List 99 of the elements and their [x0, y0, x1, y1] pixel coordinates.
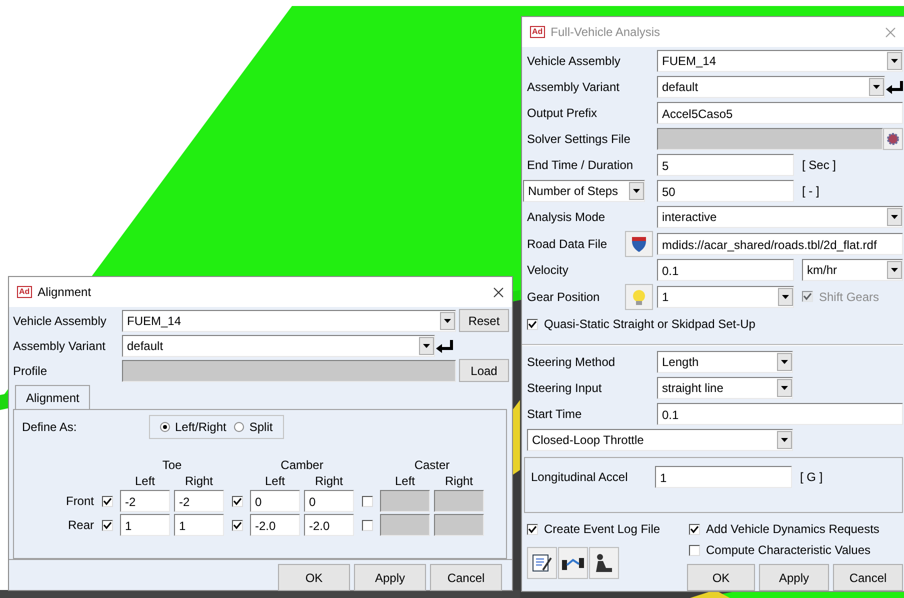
- input-field[interactable]: -2: [174, 490, 224, 512]
- tab[interactable]: Alignment: [15, 385, 90, 409]
- column-heading: Left: [394, 474, 416, 488]
- dropdown[interactable]: straight line: [657, 377, 793, 399]
- column-heading: Left: [264, 474, 286, 488]
- reset-button[interactable]: Reset: [459, 309, 509, 332]
- checkbox-label: Quasi-Static Straight or Skidpad Set-Up: [544, 317, 756, 331]
- window-title: Alignment: [38, 285, 92, 299]
- field-label: Gear Position: [527, 290, 600, 304]
- input-field[interactable]: [657, 128, 883, 150]
- field-label: Profile: [13, 364, 48, 378]
- input-field[interactable]: 1: [655, 466, 792, 488]
- input-field[interactable]: -2.0: [250, 514, 300, 536]
- field-label: Define As:: [22, 420, 78, 434]
- field-label: Analysis Mode: [527, 210, 606, 224]
- column-group-heading: Toe: [161, 458, 183, 472]
- checkbox[interactable]: [527, 318, 538, 330]
- field-label: Assembly Variant: [13, 338, 106, 352]
- dialog-button[interactable]: OK: [278, 564, 350, 591]
- field-label: Solver Settings File: [527, 132, 630, 146]
- input-field[interactable]: -2: [120, 490, 170, 512]
- column-heading: Right: [314, 474, 344, 488]
- checkbox[interactable]: [232, 520, 242, 530]
- field-label: Steering Method: [527, 355, 616, 369]
- unit-label: [ - ]: [802, 184, 820, 198]
- checkbox[interactable]: [102, 496, 112, 506]
- road-sign-icon[interactable]: [625, 230, 653, 256]
- dropdown[interactable]: FUEM_14: [122, 310, 456, 332]
- dropdown[interactable]: km/hr: [802, 259, 903, 281]
- checkbox-label: Add Vehicle Dynamics Requests: [706, 522, 880, 536]
- column-heading: Right: [184, 474, 214, 488]
- field-label: End Time / Duration: [527, 158, 634, 172]
- dropdown[interactable]: 1: [657, 286, 794, 308]
- input-field[interactable]: 0: [304, 490, 354, 512]
- input-field[interactable]: 1: [120, 514, 170, 536]
- dialog-button[interactable]: Cancel: [430, 564, 502, 591]
- radio-button[interactable]: [234, 422, 244, 432]
- dropdown[interactable]: Closed-Loop Throttle: [527, 429, 793, 451]
- enter-arrow-icon[interactable]: [435, 338, 453, 352]
- unit-label: [ G ]: [800, 470, 823, 484]
- checkbox[interactable]: [362, 520, 372, 530]
- dialog-button[interactable]: Apply: [759, 564, 829, 591]
- checkbox[interactable]: [689, 544, 700, 556]
- dropdown[interactable]: default: [122, 334, 435, 356]
- figure-icon[interactable]: [589, 547, 619, 579]
- unit-label: [ Sec ]: [802, 158, 836, 172]
- field-label: Road Data File: [527, 236, 608, 250]
- close-icon[interactable]: [493, 286, 504, 298]
- dropdown[interactable]: interactive: [657, 206, 903, 228]
- input-field[interactable]: 0: [250, 490, 300, 512]
- gear-icon[interactable]: [883, 128, 903, 150]
- checkbox[interactable]: [689, 524, 700, 534]
- field-label: Longitudinal Accel: [531, 470, 628, 484]
- input-field[interactable]: 0.1: [657, 403, 903, 425]
- checkbox-label: Create Event Log File: [544, 522, 660, 536]
- field-label: Output Prefix: [527, 106, 598, 120]
- window-title: Full-Vehicle Analysis: [550, 25, 662, 39]
- input-field[interactable]: 50: [657, 180, 794, 202]
- dialog-button[interactable]: OK: [687, 564, 755, 591]
- dropdown[interactable]: default: [657, 76, 885, 98]
- field-label: Assembly Variant: [527, 80, 620, 94]
- row-label: Front: [64, 494, 94, 508]
- checkbox[interactable]: [102, 520, 112, 530]
- checkbox[interactable]: [527, 524, 538, 534]
- radio-button[interactable]: [160, 422, 170, 432]
- radio-label: Left/Right: [175, 420, 226, 434]
- dropdown[interactable]: FUEM_14: [657, 50, 903, 72]
- load-button[interactable]: Load: [459, 359, 509, 382]
- column-group-heading: Caster: [413, 458, 451, 472]
- checkbox[interactable]: [232, 496, 242, 506]
- checkbox[interactable]: [362, 496, 372, 506]
- input-field[interactable]: 1: [174, 514, 224, 536]
- field-label: Steering Input: [527, 381, 602, 395]
- input-field[interactable]: -2.0: [304, 514, 354, 536]
- column-heading: Left: [134, 474, 156, 488]
- field-label: Velocity: [527, 263, 568, 277]
- column-group-heading: Camber: [280, 458, 324, 472]
- dropdown[interactable]: Length: [657, 351, 793, 373]
- notepad-icon[interactable]: [527, 547, 557, 579]
- checkbox-label: Compute Characteristic Values: [706, 543, 871, 557]
- app-badge: Ad: [530, 26, 545, 38]
- field-label: Vehicle Assembly: [13, 314, 106, 328]
- axle-icon[interactable]: [558, 547, 588, 579]
- radio-label: Split: [249, 420, 273, 434]
- input-field[interactable]: Accel5Caso5: [657, 102, 903, 124]
- input-field[interactable]: mdids://acar_shared/roads.tbl/2d_flat.rdf: [657, 232, 903, 254]
- input-field[interactable]: 0.1: [657, 259, 794, 281]
- checkbox-label: Shift Gears: [819, 290, 880, 304]
- enter-arrow-icon[interactable]: [885, 80, 903, 94]
- input-field[interactable]: [122, 360, 456, 382]
- app-badge: Ad: [17, 286, 32, 298]
- dialog-button[interactable]: Apply: [354, 564, 426, 591]
- field-label: Start Time: [527, 407, 582, 421]
- input-field[interactable]: 5: [657, 154, 794, 176]
- dropdown[interactable]: Number of Steps: [523, 180, 645, 202]
- column-heading: Right: [444, 474, 474, 488]
- dialog-button[interactable]: Cancel: [833, 564, 903, 591]
- field-label: Vehicle Assembly: [527, 54, 620, 68]
- row-label: Rear: [66, 518, 94, 532]
